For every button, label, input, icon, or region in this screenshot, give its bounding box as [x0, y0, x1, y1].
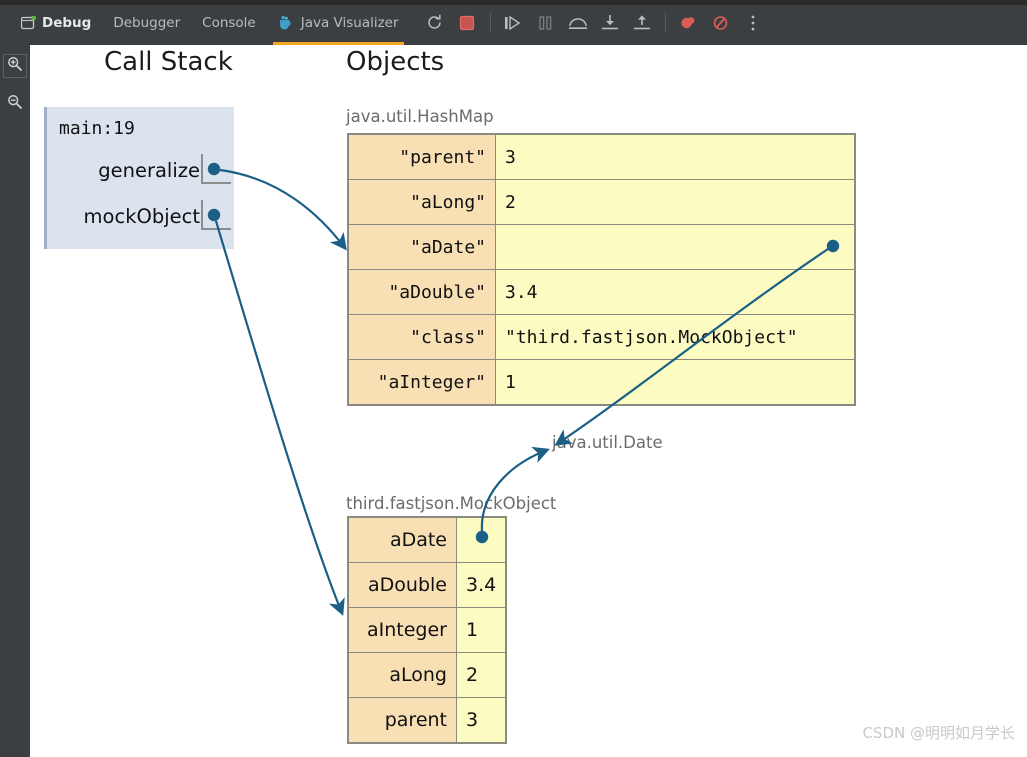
debug-icon [20, 14, 37, 30]
stop-icon[interactable] [454, 10, 480, 36]
table-row[interactable]: aLong 2 [348, 652, 507, 698]
table-row[interactable]: "parent" 3 [348, 134, 855, 180]
row-key: "aDouble" [348, 269, 496, 315]
toolbar-separator-1 [489, 12, 491, 33]
row-key: aLong [348, 652, 457, 698]
stack-variable-generalize[interactable]: generalize [47, 147, 234, 193]
pointer-slot [201, 154, 231, 184]
debug-panel-title[interactable]: Debug [10, 0, 102, 45]
row-value: 1 [455, 607, 507, 653]
visualizer-canvas: Call Stack Objects main:19 generalize mo… [30, 45, 1027, 757]
resume-icon[interactable] [501, 10, 527, 36]
arrow-mockobject-to-mockobject-table [207, 208, 345, 616]
object-label-mockobject: third.fastjson.MockObject [346, 494, 557, 513]
table-row[interactable]: aDate [348, 517, 507, 563]
stack-variable-label: mockObject [83, 204, 200, 228]
row-key: aInteger [348, 607, 457, 653]
row-key: "parent" [348, 134, 496, 180]
stack-variable-mockObject[interactable]: mockObject [47, 193, 234, 239]
row-key: "aLong" [348, 179, 496, 225]
table-row[interactable]: "aDate" [348, 224, 855, 270]
object-table-mockobject: aDate aDouble 3.4 aInteger 1 aLong 2 par… [347, 516, 508, 744]
tab-java-visualizer[interactable]: Java Visualizer [267, 0, 410, 45]
row-value: 3 [495, 134, 855, 180]
table-row[interactable]: "aInteger" 1 [348, 359, 855, 405]
zoom-out-button[interactable] [0, 89, 30, 119]
zoom-in-icon [7, 56, 23, 76]
table-row[interactable]: "aLong" 2 [348, 179, 855, 225]
pause-icon[interactable] [533, 10, 559, 36]
object-table-hashmap: "parent" 3 "aLong" 2 "aDate" "aDouble" 3… [347, 133, 856, 406]
row-value: 3.4 [495, 269, 855, 315]
row-value: 2 [495, 179, 855, 225]
debug-label: Debug [42, 14, 92, 31]
row-value: "third.fastjson.MockObject" [495, 314, 855, 360]
debug-toolbar: Debug Debugger Console Java Visualizer [0, 0, 1027, 45]
tab-debugger-label: Debugger [113, 14, 181, 31]
call-stack-heading: Call Stack [104, 47, 233, 77]
step-out-icon[interactable] [629, 10, 655, 36]
row-key: aDate [348, 517, 457, 563]
zoom-in-button[interactable] [0, 51, 30, 81]
coffee-cup-icon [278, 15, 295, 30]
java-visualizer-window: Debug Debugger Console Java Visualizer C… [0, 0, 1027, 757]
row-key: aDouble [348, 562, 457, 608]
toolbar-separator-2 [664, 12, 666, 33]
zoom-out-icon [7, 94, 23, 114]
tab-java-visualizer-label: Java Visualizer [300, 14, 399, 31]
call-stack-frame[interactable]: main:19 generalize mockObject [44, 107, 234, 249]
tab-console-label: Console [202, 14, 256, 31]
row-key: "class" [348, 314, 496, 360]
table-row[interactable]: "aDouble" 3.4 [348, 269, 855, 315]
left-gutter [0, 45, 30, 757]
row-value: 3.4 [455, 562, 507, 608]
mute-breakpoints-icon[interactable] [676, 10, 702, 36]
table-row[interactable]: aInteger 1 [348, 607, 507, 653]
view-breakpoints-icon[interactable] [708, 10, 734, 36]
more-options-icon[interactable] [740, 10, 766, 36]
table-row[interactable]: parent 3 [348, 697, 507, 743]
csdn-watermark: CSDN @明明如月学长 [862, 724, 1015, 742]
frame-title: main:19 [59, 118, 135, 139]
row-key: parent [348, 697, 457, 743]
tab-debugger[interactable]: Debugger [102, 0, 191, 45]
stack-variable-label: generalize [98, 158, 200, 182]
step-over-icon[interactable] [565, 10, 591, 36]
row-value [495, 224, 855, 270]
row-value: 1 [495, 359, 855, 405]
table-row[interactable]: "class" "third.fastjson.MockObject" [348, 314, 855, 360]
row-key: "aInteger" [348, 359, 496, 405]
tab-console[interactable]: Console [191, 0, 267, 45]
row-value [455, 517, 507, 563]
row-value: 2 [455, 652, 507, 698]
object-label-hashmap: java.util.HashMap [346, 107, 494, 126]
rerun-icon[interactable] [422, 10, 448, 36]
step-into-icon[interactable] [597, 10, 623, 36]
object-label-date: java.util.Date [552, 433, 663, 452]
objects-heading: Objects [346, 47, 445, 77]
row-key: "aDate" [348, 224, 496, 270]
row-value: 3 [455, 697, 507, 743]
table-row[interactable]: aDouble 3.4 [348, 562, 507, 608]
pointer-slot [201, 200, 231, 230]
